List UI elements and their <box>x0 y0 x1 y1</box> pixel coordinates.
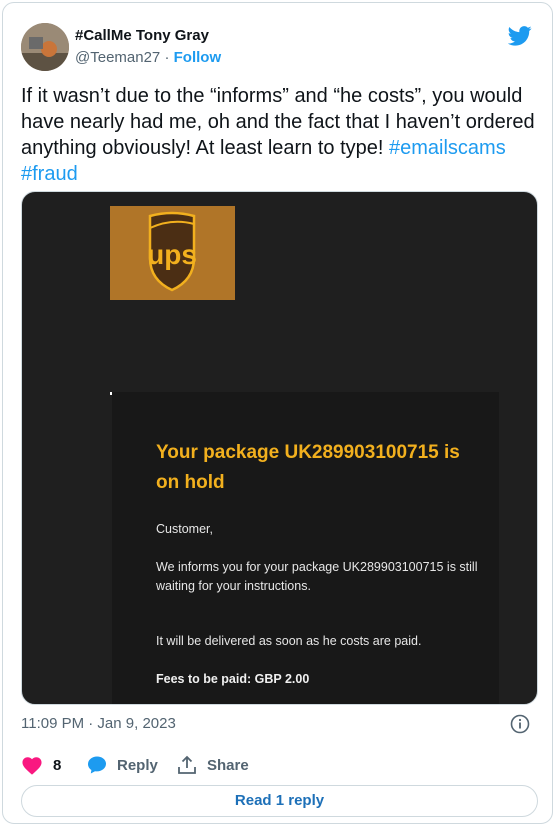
tweet-text: If it wasn’t due to the “informs” and “h… <box>21 83 536 187</box>
ups-logo-text: ups <box>147 239 197 270</box>
author-name[interactable]: #CallMe Tony Gray <box>75 27 209 44</box>
tweet-timestamp[interactable]: 11:09 PM · Jan 9, 2023 <box>21 715 176 732</box>
like-button[interactable]: 8 <box>21 755 61 775</box>
share-button[interactable]: Share <box>177 755 249 775</box>
ups-logo: ups <box>110 206 235 300</box>
tweet-card: #CallMe Tony Gray @Teeman27 · Follow If … <box>2 2 553 824</box>
ups-shield-icon: ups <box>110 206 235 300</box>
read-replies-button[interactable]: Read 1 reply <box>21 785 538 817</box>
author-handle[interactable]: @Teeman27 <box>75 49 160 66</box>
author-handle-line: @Teeman27 · Follow <box>75 49 221 66</box>
separator: · <box>164 49 170 66</box>
info-icon[interactable] <box>510 714 530 734</box>
share-icon <box>178 755 196 774</box>
reply-label: Reply <box>117 756 158 774</box>
heart-icon <box>22 757 42 775</box>
avatar[interactable] <box>21 23 69 71</box>
twitter-bird-icon[interactable] <box>508 25 532 47</box>
reply-button[interactable]: Reply <box>87 755 158 775</box>
reply-bubble-icon <box>88 756 106 774</box>
share-label: Share <box>207 756 249 774</box>
email-fees: Fees to be paid: GBP 2.00 <box>156 672 310 686</box>
email-paragraph-2: It will be delivered as soon as he costs… <box>156 634 422 648</box>
tweet-media-image[interactable]: ups Your package UK289903100715 is on ho… <box>21 191 538 705</box>
email-body: Your package UK289903100715 is on hold C… <box>112 392 499 704</box>
like-count: 8 <box>53 756 62 774</box>
email-title: Your package UK289903100715 is on hold <box>156 442 460 493</box>
email-greeting: Customer, <box>156 522 213 536</box>
follow-button[interactable]: Follow <box>174 49 222 66</box>
hashtag-emailscams[interactable]: #emailscams <box>389 137 506 159</box>
email-paragraph-1: We informs you for your package UK289903… <box>156 560 478 593</box>
hashtag-fraud[interactable]: #fraud <box>21 163 78 185</box>
avatar-image <box>21 23 69 71</box>
